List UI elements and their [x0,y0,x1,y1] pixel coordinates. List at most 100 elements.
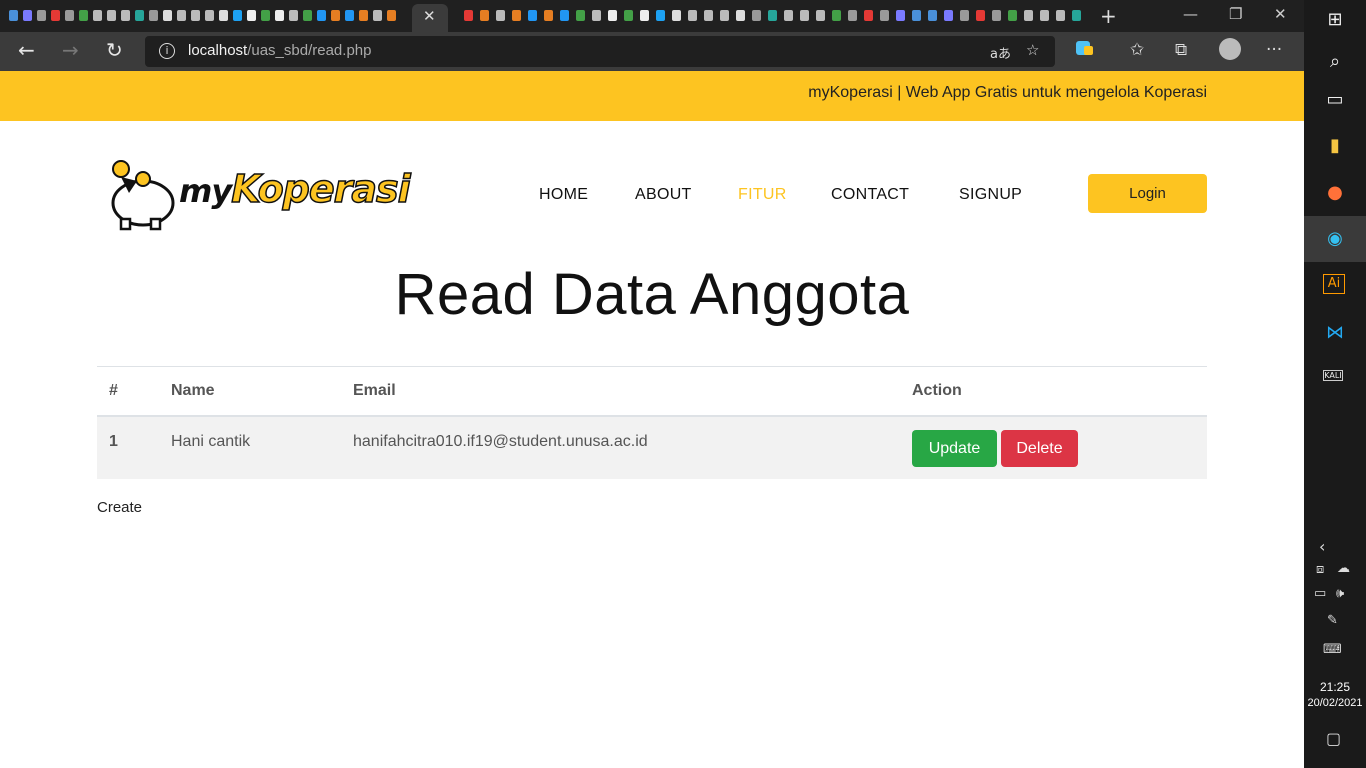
address-bar[interactable]: i localhost/uas_sbd/read.php aあ ☆ [145,36,1055,67]
browser-tab[interactable] [654,6,667,26]
active-tab[interactable]: ✕ [412,4,448,32]
browser-tab[interactable] [590,6,603,26]
clock-date[interactable]: 20/02/2021 [1304,697,1366,709]
browser-tab[interactable] [35,6,48,26]
site-logo[interactable]: myKoperasi [107,157,411,231]
browser-tab[interactable] [926,6,939,26]
illustrator-icon[interactable]: Ai [1323,274,1345,294]
clock-time[interactable]: 21:25 [1304,680,1366,694]
back-button[interactable]: ← [18,38,35,62]
browser-tab[interactable] [21,6,34,26]
forward-button[interactable]: → [62,38,79,62]
browser-tab[interactable] [766,6,779,26]
add-favorite-icon[interactable]: ☆ [1026,41,1039,59]
collections-icon[interactable]: ⧉ [1175,40,1187,60]
task-view-icon[interactable]: ▭ [1323,88,1347,112]
browser-tab[interactable] [105,6,118,26]
extension-icon[interactable] [1076,40,1093,60]
nav-item-about[interactable]: ABOUT [635,186,692,204]
browser-tab[interactable] [638,6,651,26]
show-hidden-icons-icon[interactable]: ‹ [1319,537,1325,556]
browser-tab[interactable] [558,6,571,26]
browser-tab[interactable] [718,6,731,26]
browser-tab[interactable] [862,6,875,26]
browser-tab[interactable] [217,6,230,26]
browser-tab[interactable] [798,6,811,26]
browser-tab[interactable] [910,6,923,26]
browser-tab[interactable] [526,6,539,26]
browser-tab[interactable] [958,6,971,26]
nav-item-signup[interactable]: SIGNUP [959,186,1022,204]
search-icon[interactable]: ⌕ [1323,50,1347,74]
edge-icon[interactable]: ◉ [1323,227,1347,251]
browser-tab[interactable] [782,6,795,26]
browser-tab[interactable] [385,6,398,26]
close-window-icon[interactable]: ✕ [1274,5,1287,23]
meet-now-icon[interactable]: ⧈ [1316,562,1324,577]
browser-tab[interactable] [894,6,907,26]
browser-tab[interactable] [1070,6,1083,26]
browser-tab[interactable] [147,6,160,26]
minimize-icon[interactable]: — [1183,5,1198,23]
browser-tab[interactable] [1054,6,1067,26]
reload-button[interactable]: ↻ [106,38,123,62]
browser-tab[interactable] [494,6,507,26]
restore-icon[interactable]: ❐ [1229,5,1242,23]
browser-tab[interactable] [203,6,216,26]
keyboard-icon[interactable]: ⌨ [1323,642,1342,657]
browser-tab[interactable] [161,6,174,26]
browser-tab[interactable] [329,6,342,26]
browser-tab[interactable] [371,6,384,26]
volume-icon[interactable]: 🕪 [1336,586,1344,601]
browser-tab[interactable] [478,6,491,26]
close-tab-icon[interactable]: ✕ [423,7,436,25]
browser-tab[interactable] [542,6,555,26]
browser-tab[interactable] [189,6,202,26]
info-icon[interactable]: i [159,43,175,59]
browser-tab[interactable] [301,6,314,26]
file-explorer-icon[interactable]: ▮ [1323,134,1347,158]
browser-tab[interactable] [1038,6,1051,26]
nav-item-contact[interactable]: CONTACT [831,186,909,204]
browser-tab[interactable] [750,6,763,26]
browser-tab[interactable] [175,6,188,26]
browser-tab[interactable] [510,6,523,26]
browser-tab[interactable] [686,6,699,26]
browser-tab[interactable] [63,6,76,26]
browser-tab[interactable] [878,6,891,26]
browser-tab[interactable] [846,6,859,26]
kali-icon[interactable]: KALI [1323,370,1343,381]
firefox-icon[interactable]: ● [1323,181,1347,205]
favorites-icon[interactable]: ✩ [1130,40,1144,60]
browser-tab[interactable] [245,6,258,26]
pen-icon[interactable]: ✎ [1327,613,1338,628]
browser-tab[interactable] [606,6,619,26]
browser-tab[interactable] [462,6,475,26]
browser-tab[interactable] [259,6,272,26]
nav-item-home[interactable]: HOME [539,186,588,204]
browser-tab[interactable] [91,6,104,26]
browser-tab[interactable] [670,6,683,26]
browser-tab[interactable] [119,6,132,26]
browser-tab[interactable] [622,6,635,26]
browser-tab[interactable] [231,6,244,26]
windows-start-icon[interactable]: ⊞ [1323,8,1347,32]
browser-tab[interactable] [830,6,843,26]
browser-tab[interactable] [1022,6,1035,26]
browser-tab[interactable] [49,6,62,26]
onedrive-icon[interactable]: ☁ [1337,561,1350,576]
new-tab-button[interactable]: + [1100,4,1117,28]
more-menu-icon[interactable]: ··· [1266,40,1282,60]
browser-tab[interactable] [942,6,955,26]
update-button[interactable]: Update [912,430,997,467]
url-text[interactable]: localhost/uas_sbd/read.php [188,42,371,59]
browser-tab[interactable] [974,6,987,26]
browser-tab[interactable] [357,6,370,26]
browser-tab[interactable] [574,6,587,26]
browser-tab[interactable] [990,6,1003,26]
browser-tab[interactable] [287,6,300,26]
read-aloud-icon[interactable]: aあ [990,43,1011,62]
nav-item-fitur[interactable]: FITUR [738,186,787,204]
browser-tab[interactable] [7,6,20,26]
browser-tab[interactable] [343,6,356,26]
